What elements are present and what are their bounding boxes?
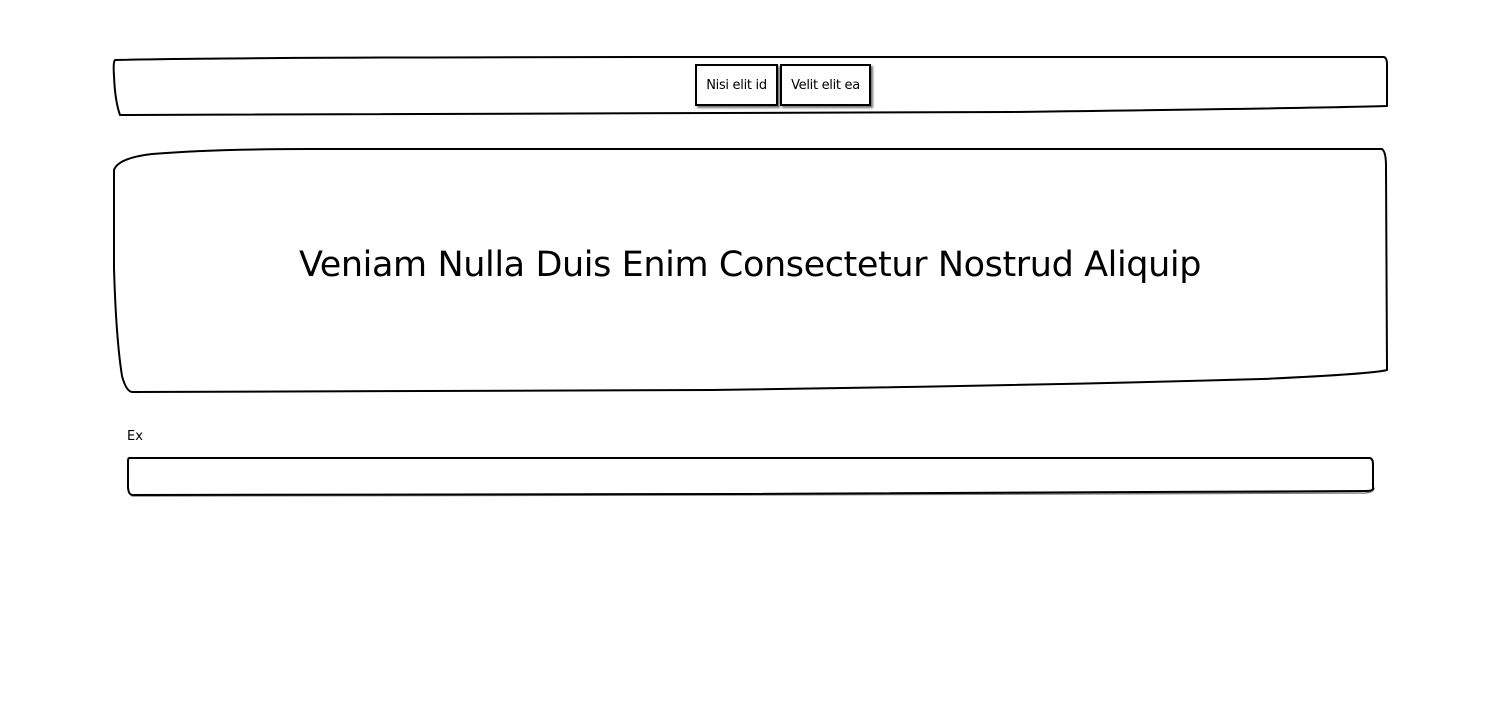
nav-button-group: Nisi elit id Velit elit ea xyxy=(695,64,871,106)
nav-button-velit-elit-ea[interactable]: Velit elit ea xyxy=(780,64,871,106)
hero-title: Veniam Nulla Duis Enim Consectetur Nostr… xyxy=(298,245,1202,285)
nav-button-nisi-elit-id[interactable]: Nisi elit id xyxy=(695,64,778,106)
ex-field-container xyxy=(126,456,1375,497)
hero-section: Veniam Nulla Duis Enim Consectetur Nostr… xyxy=(112,148,1388,393)
ex-input-field[interactable] xyxy=(129,459,1369,491)
ex-field-label: Ex xyxy=(127,429,143,444)
navbar: Nisi elit id Velit elit ea xyxy=(112,56,1388,116)
